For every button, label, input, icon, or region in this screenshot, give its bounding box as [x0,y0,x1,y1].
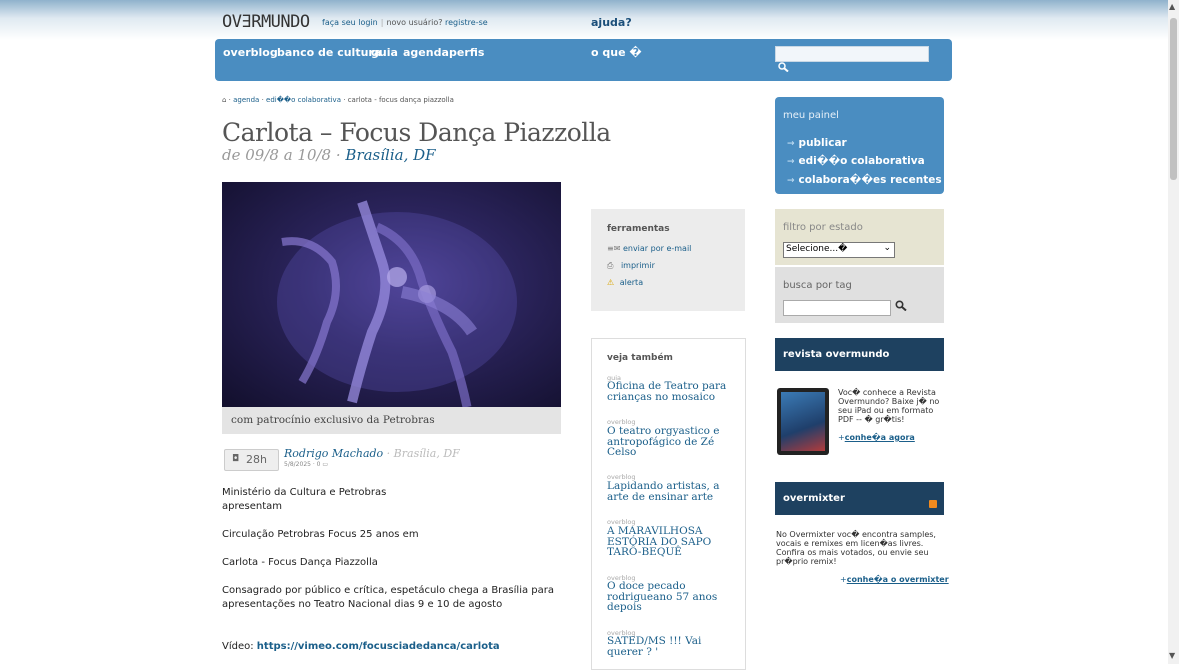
overmixter-text: No Overmixter voc� encontra samples, voc… [776,530,936,566]
warning-icon: ⚠ [607,278,615,287]
state-select-value: Selecione...� [786,244,848,254]
nav-agenda[interactable]: agenda [403,46,449,59]
date-range: de 09/8 a 10/8 · [222,146,341,164]
location-link[interactable]: Brasília, DF [345,146,435,164]
breadcrumb-agenda[interactable]: agenda [233,96,259,104]
magazine-cover [781,392,825,451]
panel-publish[interactable]: → publicar [787,137,847,149]
nav-banco-de-cultura[interactable]: banco de cultura [277,46,381,59]
panel-item-label: edi��o colaborativa [798,155,925,167]
video-line: Vídeo: https://vimeo.com/focusciadedanca… [222,640,500,654]
related-link[interactable]: A MARAVILHOSA ESTÓRIA DO SAPO TARÔ-BEQUÊ [607,526,733,558]
clock-icon: ◘ [232,454,240,464]
photo-caption: com patrocínio exclusivo da Petrobras [222,407,561,434]
link-prefix: + [838,433,845,442]
print-icon: ⎙ [607,261,614,270]
tools-title: ferramentas [607,224,670,234]
magazine-text: Voc� conhece a Revista Overmundo? Baixe … [838,388,940,424]
nav-perfis[interactable]: perfis [449,46,484,59]
nav-what[interactable]: o que � [591,46,642,59]
panel-title: meu painel [783,110,839,121]
body-line: apresentam [222,501,283,512]
author-line: Rodrigo Machado · Brasília, DF [284,447,460,460]
caption-text: com patrocínio exclusivo da Petrobras [231,414,435,426]
alert-tool[interactable]: ⚠ alerta [607,278,643,287]
overmixter-link[interactable]: +conhe�a o overmixter [840,575,949,584]
email-tool[interactable]: ≡✉ enviar por e-mail [607,244,691,253]
email-icon: ≡✉ [607,244,621,253]
post-meta-text: 5/8/2025 · 0 [284,461,321,468]
body-line: Carlota - Focus Dança Piazzolla [222,557,378,568]
comment-icon[interactable]: ▭ [322,461,328,468]
overmixter-link-label: conhe�a o overmixter [846,575,949,584]
time-badge-value: 28h [246,453,267,466]
state-select[interactable]: Selecione...� ⌄ [783,242,895,258]
alert-tool-label: alerta [619,278,644,287]
body-line: Circulação Petrobras Focus 25 anos em [222,529,419,540]
divider: | [380,18,384,27]
related-link[interactable]: Oficina de Teatro para crianças no mosai… [607,381,733,402]
help-link[interactable]: ajuda? [591,16,632,29]
panel-recent-collabs[interactable]: → colabora��es recentes [787,174,942,186]
event-dates: de 09/8 a 10/8 · Brasília, DF [222,146,436,164]
tag-search-title: busca por tag [783,280,852,291]
top-bar [0,0,1168,40]
related-link[interactable]: SATED/MS !!! Vai querer ? ' [607,636,733,657]
related-link[interactable]: Lapidando artistas, a arte de ensinar ar… [607,481,733,502]
panel-collab-edit[interactable]: → edi��o colaborativa [787,155,925,167]
magazine-link-label: conhe�a agora [844,433,915,442]
panel-item-label: colabora��es recentes [798,174,942,186]
breadcrumb: ⌂ · agenda · edi��o colaborativa · carlo… [222,96,454,104]
magazine-header: revista overmundo [775,338,944,371]
magazine-link[interactable]: +conhe�a agora [838,433,915,442]
print-tool[interactable]: ⎙ imprimir [607,261,655,271]
body-line: Consagrado por público e crítica, espetá… [222,585,554,596]
new-user-label: novo usuário? [386,18,443,27]
search-icon[interactable] [778,62,790,73]
magazine-title: revista overmundo [783,349,890,360]
search-input[interactable] [775,46,929,62]
page-title: Carlota – Focus Dança Piazzolla [222,118,611,147]
video-label: Vídeo: [222,641,254,652]
search-icon[interactable] [895,300,907,314]
login-area: faça seu login | novo usuário? registre-se [322,18,488,27]
breadcrumb-edicao[interactable]: edi��o colaborativa [266,96,341,104]
related-link[interactable]: O teatro orgyastico e antropofágico de Z… [607,426,733,458]
panel-item-label: publicar [798,137,847,149]
email-tool-label: enviar por e-mail [622,244,692,253]
scrollbar-thumb[interactable] [1170,18,1177,180]
breadcrumb-current: carlota - focus dança piazzolla [347,96,454,104]
body-line: apresentações no Teatro Nacional dias 9 … [222,599,503,610]
arrow-right-icon: → [787,176,795,186]
state-filter-title: filtro por estado [783,222,863,233]
nav-guia[interactable]: guia [371,46,398,59]
overmundo-logo[interactable]: OV∃RMUNDO [222,12,310,32]
link-prefix: + [840,575,847,584]
arrow-right-icon: → [787,139,795,149]
register-link[interactable]: registre-se [445,18,488,27]
author-link[interactable]: Rodrigo Machado [284,447,383,460]
arrow-right-icon: → [787,157,795,167]
print-tool-label: imprimir [620,261,655,270]
video-link[interactable]: https://vimeo.com/focusciadedanca/carlot… [257,641,500,652]
scroll-down-icon[interactable]: ▼ [1169,651,1175,660]
nav-overblog[interactable]: overblog [223,46,278,59]
chevron-down-icon: ⌄ [883,243,891,253]
login-link[interactable]: faça seu login [322,18,378,27]
body-line: Ministério da Cultura e Petrobras [222,487,387,498]
author-location: · Brasília, DF [386,447,460,460]
rss-icon[interactable] [929,500,937,508]
related-title: veja também [607,353,673,363]
time-badge: ◘ 28h [224,449,279,471]
overmixter-header: overmixter [775,482,944,515]
overmixter-title: overmixter [783,493,845,504]
event-photo [222,182,561,407]
post-meta: 5/8/2025 · 0 ▭ [284,461,328,468]
tag-search-input[interactable] [783,300,891,316]
scroll-up-icon[interactable]: ▲ [1169,2,1175,11]
related-link[interactable]: O doce pecado rodrigueano 57 anos depois [607,581,733,613]
home-icon[interactable]: ⌂ [222,96,226,104]
